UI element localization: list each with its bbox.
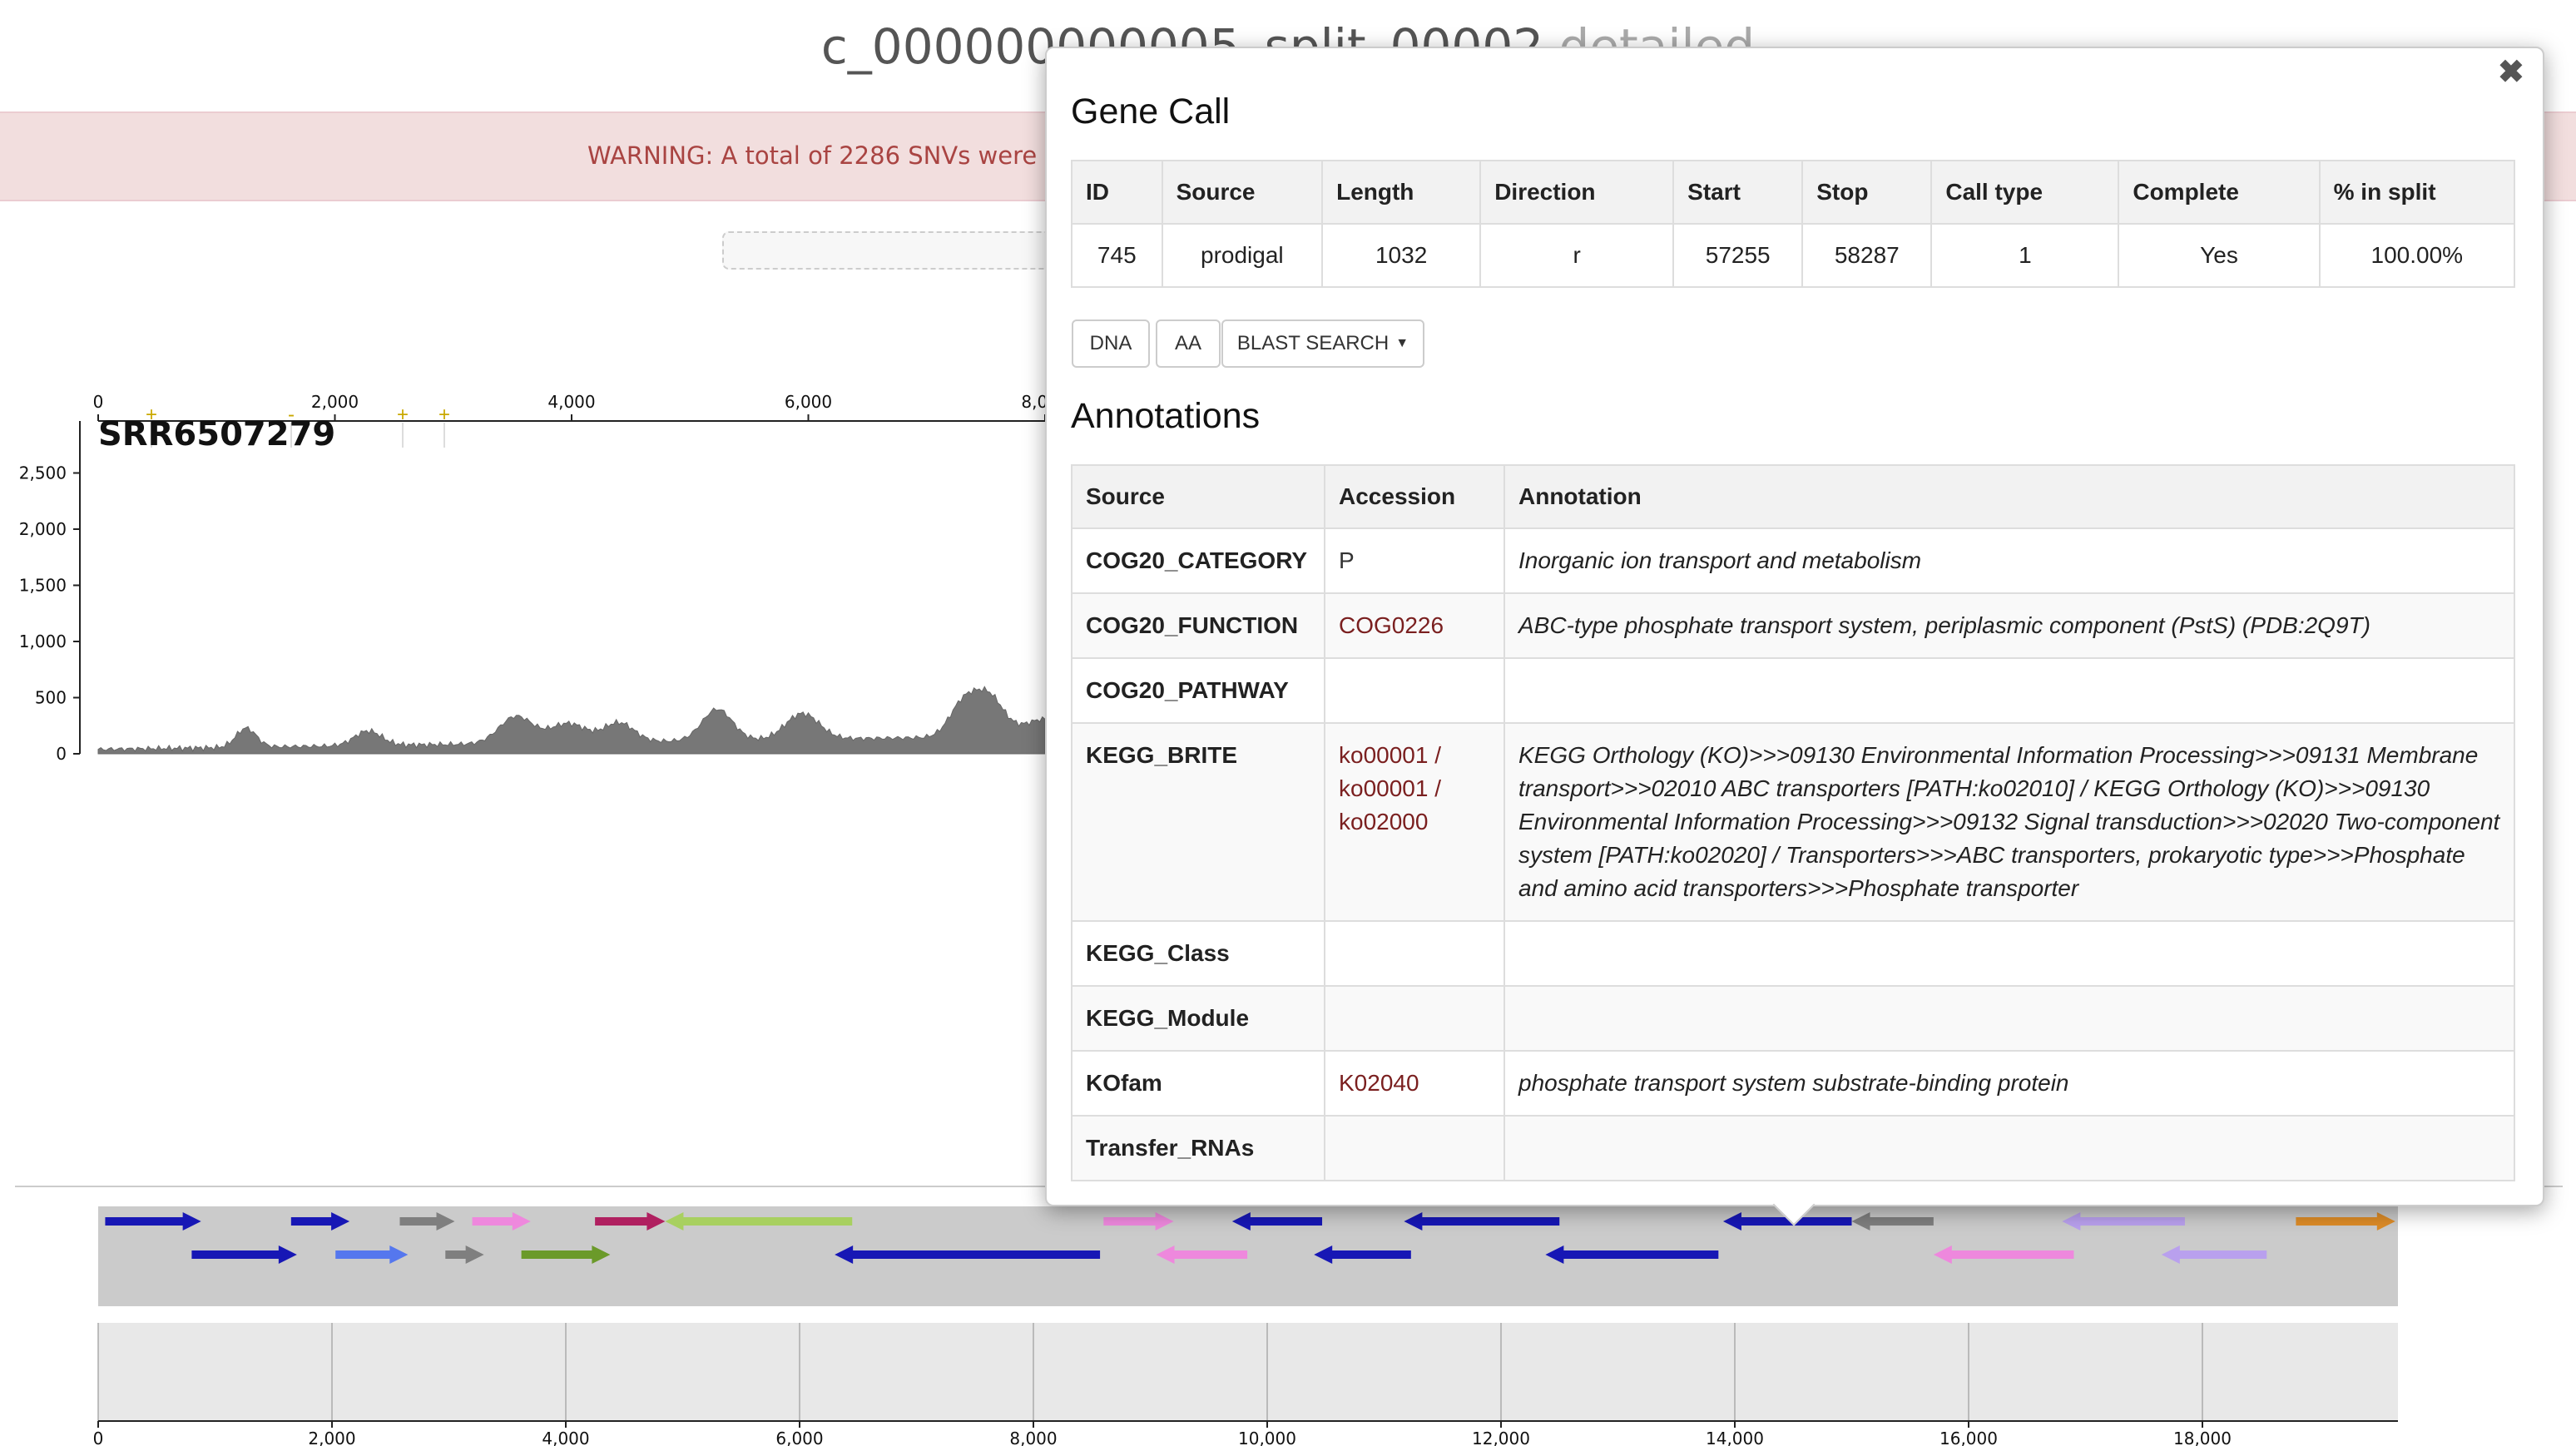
annotation-col-header: Accession [1324, 464, 1505, 529]
annotation-row: COG20_PATHWAY [1071, 657, 2515, 724]
annotation-text: phosphate transport system substrate-bin… [1503, 1050, 2515, 1117]
overview-track[interactable] [98, 1323, 2398, 1421]
annotations-header-row: Source Accession Annotation [1071, 464, 2515, 529]
annotation-accession [1324, 920, 1505, 987]
snv-marker[interactable]: + [438, 404, 450, 426]
gene-cell: r [1479, 223, 1675, 288]
gene-cell: 57255 [1672, 223, 1804, 288]
coverage-area [97, 686, 1046, 755]
blast-search-button[interactable]: BLAST SEARCH ▼ [1221, 319, 1424, 368]
gene-cell: 1 [1930, 223, 2120, 288]
gene-cell: 100.00% [2318, 223, 2516, 288]
annotation-row: COG20_FUNCTION COG0226 ABC-type phosphate … [1071, 592, 2515, 659]
annotation-source: KEGG_BRITE [1071, 722, 1325, 922]
annotation-accession[interactable]: ko00001 / ko00001 / ko02000 [1324, 722, 1505, 922]
snv-marker[interactable]: + [397, 404, 409, 426]
annotation-col-header: Source [1071, 464, 1325, 529]
x-tick-label: 8,000 [1009, 1429, 1057, 1446]
close-icon[interactable]: ✖ [2498, 53, 2524, 91]
x-tick-label: 16,000 [1939, 1429, 1998, 1446]
annotation-row: Transfer_RNAs [1071, 1115, 2515, 1181]
gene-col-header: Stop [1801, 160, 1933, 225]
x-tick-label: 2,000 [311, 392, 359, 412]
annotation-source: COG20_PATHWAY [1071, 657, 1325, 724]
gene-call-table: ID Source Length Direction Start Stop Call typ… [1071, 160, 2516, 288]
y-tick-label: 2,500 [19, 463, 67, 483]
annotation-source: KEGG_Module [1071, 985, 1325, 1052]
x-tick-label: 18,000 [2173, 1429, 2232, 1446]
blast-search-label: BLAST SEARCH [1236, 332, 1390, 354]
y-tick-label: 1,000 [19, 631, 67, 651]
x-tick-label: 2,000 [308, 1429, 355, 1446]
annotation-text: ABC-type phosphate transport system, per… [1503, 592, 2515, 659]
x-tick-label: 4,000 [542, 1429, 589, 1446]
annotation-col-header: Annotation [1503, 464, 2515, 529]
gene-x-axis: 0 2,000 4,000 6,000 8,000 10,000 12,000 14,000 1… [93, 1420, 2398, 1446]
y-tick-label: 1,500 [19, 576, 67, 596]
aa-button[interactable]: AA [1156, 319, 1221, 368]
search-input[interactable] [722, 231, 1075, 270]
annotation-text [1503, 985, 2515, 1052]
annotation-row: KEGG_Module [1071, 985, 2515, 1052]
gene-cell: Yes [2118, 223, 2321, 288]
y-tick-label: 2,000 [19, 519, 67, 539]
x-tick-label: 0 [93, 1429, 104, 1446]
gene-call-header-row: ID Source Length Direction Start Stop Call typ… [1071, 160, 2516, 225]
y-tick-label: 500 [35, 688, 67, 708]
annotation-accession[interactable]: COG0226 [1324, 592, 1505, 659]
annotation-accession[interactable]: K02040 [1324, 1050, 1505, 1117]
annotations-table: Source Accession Annotation COG20_CATEGORY… [1071, 464, 2515, 1181]
gene-cell: 58287 [1801, 223, 1933, 288]
gene-col-header: Call type [1930, 160, 2120, 225]
annotation-text [1503, 920, 2515, 987]
annotation-source: Transfer_RNAs [1071, 1115, 1325, 1181]
gene-call-value-row: 745 prodigal 1032 r 57255 58287 1 Yes 100.00% [1071, 223, 2516, 288]
x-tick-label: 0 [93, 392, 104, 412]
annotation-accession: P [1324, 527, 1505, 594]
gene-col-header: Start [1672, 160, 1804, 225]
x-tick-label: 12,000 [1472, 1429, 1530, 1446]
sample-label: SRR6507279 [98, 415, 335, 453]
x-tick-label: 6,000 [785, 392, 832, 412]
caret-down-icon: ▼ [1395, 336, 1409, 350]
gene-col-header: Complete [2118, 160, 2321, 225]
gene-col-header: Length [1321, 160, 1482, 225]
x-tick-label: 6,000 [775, 1429, 823, 1446]
annotation-row: KEGG_BRITE ko00001 / ko00001 / ko02000 KEG… [1071, 722, 2515, 922]
annotation-row: COG20_CATEGORY P Inorganic ion transport a… [1071, 527, 2515, 594]
annotations-body: COG20_CATEGORY P Inorganic ion transport a… [1071, 527, 2515, 1181]
annotation-accession [1324, 985, 1505, 1052]
annotation-text [1503, 1115, 2515, 1181]
annotation-text: KEGG Orthology (KO)>>>09130 Environmenta… [1503, 722, 2515, 922]
annotation-text [1503, 657, 2515, 724]
gene-cell: 1032 [1321, 223, 1482, 288]
gene-col-header: Direction [1479, 160, 1675, 225]
gene-cell: prodigal [1161, 223, 1324, 288]
gene-col-header: % in split [2318, 160, 2516, 225]
dna-button[interactable]: DNA [1072, 319, 1150, 368]
annotation-accession [1324, 1115, 1505, 1181]
annotation-source: KOfam [1071, 1050, 1325, 1117]
coverage-y-axis: 0 500 1,000 1,500 2,000 2,500 [19, 421, 81, 764]
gene-col-header: Source [1161, 160, 1324, 225]
y-tick-label: 0 [56, 744, 67, 764]
annotation-source: COG20_FUNCTION [1071, 592, 1325, 659]
annotations-title: Annotations [1071, 396, 1261, 436]
gene-call-title: Gene Call [1071, 92, 1231, 131]
x-tick-label: 10,000 [1238, 1429, 1296, 1446]
gene-map: 0 2,000 4,000 6,000 8,000 10,000 12,000 14,000 1… [15, 1186, 2563, 1446]
annotation-accession [1324, 657, 1505, 724]
gene-col-header: ID [1071, 160, 1163, 225]
gene-cell: 745 [1071, 223, 1163, 288]
annotation-text: Inorganic ion transport and metabolism [1503, 527, 2515, 594]
annotation-source: KEGG_Class [1071, 920, 1325, 987]
annotation-row: KEGG_Class [1071, 920, 2515, 987]
annotation-source: COG20_CATEGORY [1071, 527, 1325, 594]
x-tick-label: 4,000 [547, 392, 595, 412]
x-tick-label: 14,000 [1706, 1429, 1764, 1446]
annotation-row: KOfam K02040 phosphate transport system su… [1071, 1050, 2515, 1117]
